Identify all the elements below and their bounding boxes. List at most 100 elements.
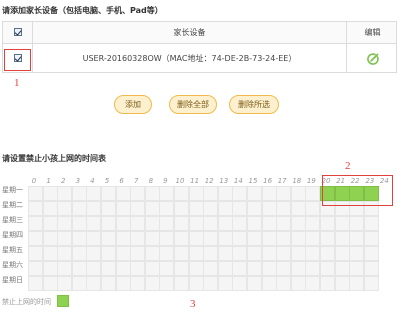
schedule-cell[interactable] [174,276,189,291]
schedule-cell[interactable] [261,186,277,201]
schedule-cell[interactable] [203,216,219,231]
schedule-cell[interactable] [320,261,335,276]
schedule-cell[interactable] [188,261,204,276]
schedule-cell[interactable] [305,186,321,201]
schedule-cell[interactable] [349,216,365,231]
schedule-cell[interactable] [334,231,350,246]
schedule-cell[interactable] [203,231,219,246]
schedule-cell[interactable] [144,246,160,261]
schedule-cell[interactable] [42,231,58,246]
schedule-cell[interactable] [115,216,131,231]
schedule-cell[interactable] [334,261,350,276]
schedule-cell[interactable] [86,261,102,276]
schedule-cell[interactable] [28,201,43,216]
schedule-cell[interactable] [101,231,116,246]
schedule-cell[interactable] [86,231,102,246]
schedule-cell[interactable] [86,276,102,291]
schedule-cell[interactable] [71,276,87,291]
schedule-cell[interactable] [217,261,233,276]
schedule-cell[interactable] [159,216,175,231]
schedule-cell[interactable] [174,216,189,231]
schedule-cell[interactable] [144,276,160,291]
schedule-cell[interactable] [217,216,233,231]
schedule-cell[interactable] [130,276,146,291]
schedule-cell[interactable] [101,246,116,261]
schedule-cell[interactable] [203,186,219,201]
schedule-cell[interactable] [174,231,189,246]
schedule-cell[interactable] [130,186,146,201]
schedule-cell[interactable] [86,201,102,216]
schedule-cell[interactable] [290,201,306,216]
schedule-cell[interactable] [334,216,350,231]
schedule-cell[interactable] [130,216,146,231]
schedule-cell[interactable] [232,201,248,216]
schedule-cell[interactable] [101,186,116,201]
schedule-cell[interactable] [276,231,292,246]
schedule-cell[interactable] [86,216,102,231]
schedule-cell[interactable] [320,276,335,291]
schedule-cell[interactable] [115,231,131,246]
schedule-cell[interactable] [247,261,262,276]
schedule-cell[interactable] [71,201,87,216]
schedule-cell[interactable] [349,261,365,276]
schedule-cell[interactable] [115,261,131,276]
schedule-cell[interactable] [247,186,262,201]
schedule-cell[interactable] [115,201,131,216]
schedule-cell[interactable] [71,261,87,276]
schedule-cell[interactable] [217,231,233,246]
schedule-cell[interactable] [276,276,292,291]
delete-all-button[interactable]: 删除全部 [169,95,217,114]
schedule-cell[interactable] [290,216,306,231]
schedule-cell[interactable] [86,186,102,201]
schedule-cell[interactable] [188,246,204,261]
schedule-cell[interactable] [188,276,204,291]
schedule-cell[interactable] [144,216,160,231]
delete-selected-button[interactable]: 删除所选 [229,95,279,114]
schedule-cell[interactable] [71,186,87,201]
schedule-cell[interactable] [261,246,277,261]
schedule-cell[interactable] [363,261,379,276]
schedule-cell[interactable] [42,246,58,261]
schedule-cell[interactable] [247,231,262,246]
schedule-cell[interactable] [203,201,219,216]
schedule-cell[interactable] [232,246,248,261]
schedule-cell[interactable] [334,276,350,291]
schedule-cell[interactable] [349,246,365,261]
schedule-cell[interactable] [57,246,73,261]
schedule-cell[interactable] [159,276,175,291]
schedule-cell[interactable] [290,231,306,246]
schedule-cell[interactable] [305,216,321,231]
schedule-cell[interactable] [144,201,160,216]
schedule-cell[interactable] [276,201,292,216]
schedule-cell[interactable] [247,276,262,291]
schedule-cell[interactable] [42,261,58,276]
schedule-cell[interactable] [217,201,233,216]
schedule-cell[interactable] [261,201,277,216]
schedule-cell[interactable] [276,246,292,261]
schedule-cell[interactable] [174,201,189,216]
schedule-cell[interactable] [217,246,233,261]
schedule-cell[interactable] [363,231,379,246]
schedule-cell[interactable] [305,201,321,216]
schedule-cell[interactable] [232,261,248,276]
schedule-cell[interactable] [261,261,277,276]
schedule-cell[interactable] [159,231,175,246]
schedule-cell[interactable] [261,276,277,291]
schedule-cell[interactable] [130,261,146,276]
schedule-cell[interactable] [130,246,146,261]
schedule-cell[interactable] [57,186,73,201]
schedule-cell[interactable] [28,261,43,276]
schedule-cell[interactable] [71,246,87,261]
schedule-cell[interactable] [290,276,306,291]
schedule-cell[interactable] [144,261,160,276]
schedule-cell[interactable] [42,201,58,216]
schedule-cell[interactable] [115,246,131,261]
schedule-cell[interactable] [101,261,116,276]
schedule-cell[interactable] [232,231,248,246]
schedule-cell[interactable] [232,216,248,231]
schedule-cell[interactable] [71,216,87,231]
schedule-cell[interactable] [232,276,248,291]
schedule-cell[interactable] [159,186,175,201]
schedule-cell[interactable] [363,216,379,231]
schedule-cell[interactable] [101,276,116,291]
